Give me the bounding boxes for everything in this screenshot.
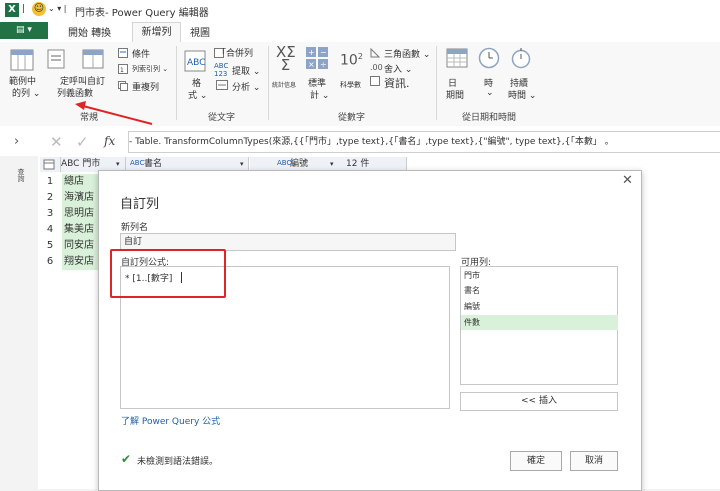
syntax-status: 未檢測到語法錯誤。 bbox=[137, 457, 219, 467]
confirm-formula-icon[interactable]: ✓ bbox=[76, 133, 89, 151]
row-number: 5 bbox=[46, 240, 54, 251]
ribbon-separator bbox=[436, 46, 437, 120]
ribbon-separator bbox=[268, 46, 269, 120]
invoke-function-icon[interactable] bbox=[47, 48, 67, 70]
statistics-icon[interactable]: XΣ Σ bbox=[276, 45, 296, 73]
row-number: 1 bbox=[46, 176, 54, 187]
highlight-box bbox=[110, 249, 226, 298]
new-column-name-label: 新列名 bbox=[121, 223, 149, 233]
trig-label[interactable]: 三角函數 ⌄ bbox=[384, 47, 430, 60]
standard-icon[interactable]: + − × ÷ bbox=[306, 47, 328, 69]
table-cell[interactable]: 思明店 bbox=[62, 206, 100, 222]
group-datetime-label: 從日期和時間 bbox=[462, 113, 517, 123]
scientific-label[interactable]: 科學數 bbox=[340, 80, 361, 90]
list-item[interactable]: 門市 bbox=[461, 268, 618, 283]
filter-dropdown-icon[interactable]: ▾ bbox=[116, 160, 120, 168]
custom-column-icon[interactable] bbox=[82, 48, 106, 70]
tab-file[interactable]: ▤ ▾ bbox=[0, 22, 48, 39]
duration-label-2[interactable]: 時間 ⌄ bbox=[508, 88, 536, 101]
scientific-icon[interactable]: 102 bbox=[340, 52, 363, 69]
query-pane[interactable] bbox=[0, 156, 39, 489]
tab-add-column[interactable]: 新增列 bbox=[132, 22, 181, 44]
time-label-2[interactable]: ⌄ bbox=[486, 88, 494, 98]
date-icon[interactable] bbox=[446, 47, 468, 69]
table-menu-icon[interactable] bbox=[40, 157, 61, 172]
type-abc-icon: ABC bbox=[130, 159, 145, 167]
format-icon[interactable]: ABC bbox=[184, 50, 206, 72]
list-item[interactable]: 書名 bbox=[461, 283, 618, 298]
row-number: 2 bbox=[46, 192, 54, 203]
smiley-icon[interactable]: ☺ bbox=[32, 2, 46, 16]
fx-icon[interactable]: fx bbox=[104, 134, 115, 148]
index-column-icon[interactable]: 1 bbox=[118, 64, 128, 74]
extract-label[interactable]: 提取 ⌄ bbox=[232, 64, 260, 77]
rounding-icon[interactable]: .00 bbox=[370, 63, 383, 72]
svg-text:ABC: ABC bbox=[187, 58, 205, 68]
time-icon[interactable] bbox=[478, 47, 500, 69]
window-title: 門市表- Power Query 編輯器 bbox=[75, 8, 209, 19]
information-icon[interactable] bbox=[370, 76, 380, 86]
query-pane-label: 查詢 bbox=[17, 168, 25, 182]
group-text-label: 從文字 bbox=[208, 113, 236, 123]
duplicate-column-label[interactable]: 重複列 bbox=[132, 80, 159, 93]
column-from-example-label-2[interactable]: 的列 ⌄ bbox=[12, 86, 40, 99]
separator-icon: | bbox=[22, 4, 26, 14]
standard-label-2[interactable]: 計 ⌄ bbox=[310, 88, 329, 101]
conditional-column-label[interactable]: 條件 bbox=[132, 47, 150, 60]
statistics-label[interactable]: 統計信息 bbox=[272, 80, 296, 89]
excel-icon: X bbox=[5, 3, 19, 17]
date-label-2[interactable]: 期間 bbox=[446, 88, 464, 101]
expand-pane-icon[interactable]: › bbox=[14, 134, 19, 149]
type-abc-icon: ABC bbox=[277, 159, 292, 167]
list-item[interactable]: 編號 bbox=[461, 299, 618, 314]
table-cell[interactable]: 翔安店 bbox=[62, 254, 100, 270]
group-general-label: 常規 bbox=[80, 113, 99, 123]
filter-dropdown-icon[interactable]: ▾ bbox=[240, 160, 244, 168]
parse-label[interactable]: 分析 ⌄ bbox=[232, 80, 260, 93]
svg-text:÷: ÷ bbox=[320, 60, 327, 69]
information-label[interactable]: 資訊. bbox=[384, 75, 410, 91]
svg-text:−: − bbox=[320, 48, 327, 57]
tab-view[interactable]: 視圖 bbox=[190, 24, 210, 39]
extract-icon[interactable]: ABC 123 bbox=[214, 62, 228, 78]
column-from-example-icon[interactable] bbox=[10, 48, 36, 72]
check-icon: ✔ bbox=[121, 452, 132, 466]
trig-icon[interactable] bbox=[370, 47, 381, 58]
svg-text:+: + bbox=[308, 48, 315, 57]
row-number: 3 bbox=[46, 208, 54, 219]
duplicate-column-icon[interactable] bbox=[118, 81, 128, 91]
formula-input[interactable]: - Table. TransformColumnTypes(來源,{{「門市」,… bbox=[128, 131, 720, 153]
filter-dropdown-icon[interactable]: ▾ bbox=[330, 160, 334, 168]
tab-home[interactable]: 開始 轉換 bbox=[68, 24, 111, 39]
list-item-selected[interactable]: 件數 bbox=[461, 315, 618, 330]
cancel-formula-icon[interactable]: ✕ bbox=[50, 133, 63, 151]
insert-button[interactable]: << 插入 bbox=[460, 392, 618, 411]
row-number: 6 bbox=[46, 256, 54, 267]
cancel-button[interactable]: 取消 bbox=[570, 451, 618, 471]
group-number-label: 從數字 bbox=[338, 113, 366, 123]
format-label-2[interactable]: 式 ⌄ bbox=[188, 88, 207, 101]
close-icon[interactable]: ✕ bbox=[622, 173, 633, 188]
parse-icon[interactable] bbox=[216, 80, 228, 90]
merge-columns-label[interactable]: 「合併列 bbox=[217, 46, 253, 59]
conditional-column-icon[interactable] bbox=[118, 48, 128, 58]
svg-text:×: × bbox=[308, 60, 315, 69]
dialog-title: 自訂列 bbox=[120, 197, 160, 212]
table-cell[interactable]: 海濱店 bbox=[62, 190, 100, 206]
learn-formula-link[interactable]: 了解 Power Query 公式 bbox=[121, 414, 220, 427]
rounding-label[interactable]: 舍入 ⌄ bbox=[384, 62, 412, 75]
table-cell[interactable]: 同安店 bbox=[62, 238, 100, 254]
svg-text:1: 1 bbox=[120, 67, 124, 74]
row-number: 4 bbox=[46, 224, 54, 235]
index-column-label[interactable]: 列索引列 ⌄ bbox=[132, 64, 168, 74]
ok-button[interactable]: 確定 bbox=[510, 451, 562, 471]
qat-dropdown-icon[interactable]: ⌄ ▾ | bbox=[48, 4, 67, 13]
ribbon-separator bbox=[176, 46, 177, 120]
table-cell[interactable]: 總店 bbox=[62, 174, 100, 190]
custom-function-label-2[interactable]: 列義函數 bbox=[57, 86, 93, 99]
duration-icon[interactable] bbox=[510, 47, 532, 69]
table-cell[interactable]: 集美店 bbox=[62, 222, 100, 238]
